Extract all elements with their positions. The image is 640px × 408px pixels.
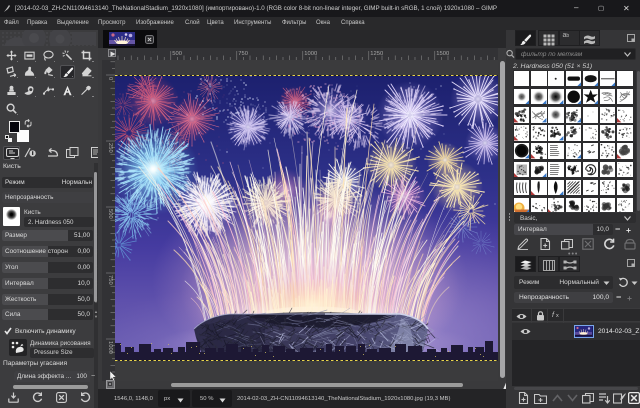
svg-text:1000: 1000 [107,341,113,354]
svg-text:750: 750 [107,275,113,285]
svg-text:0: 0 [107,77,113,80]
svg-text:1500: 1500 [436,51,449,57]
svg-text:1000: 1000 [304,51,317,57]
svg-text:1250: 1250 [370,51,383,57]
svg-text:250: 250 [107,143,113,153]
svg-text:750: 750 [238,51,248,57]
svg-text:500: 500 [172,51,182,57]
svg-text:500: 500 [107,209,113,219]
